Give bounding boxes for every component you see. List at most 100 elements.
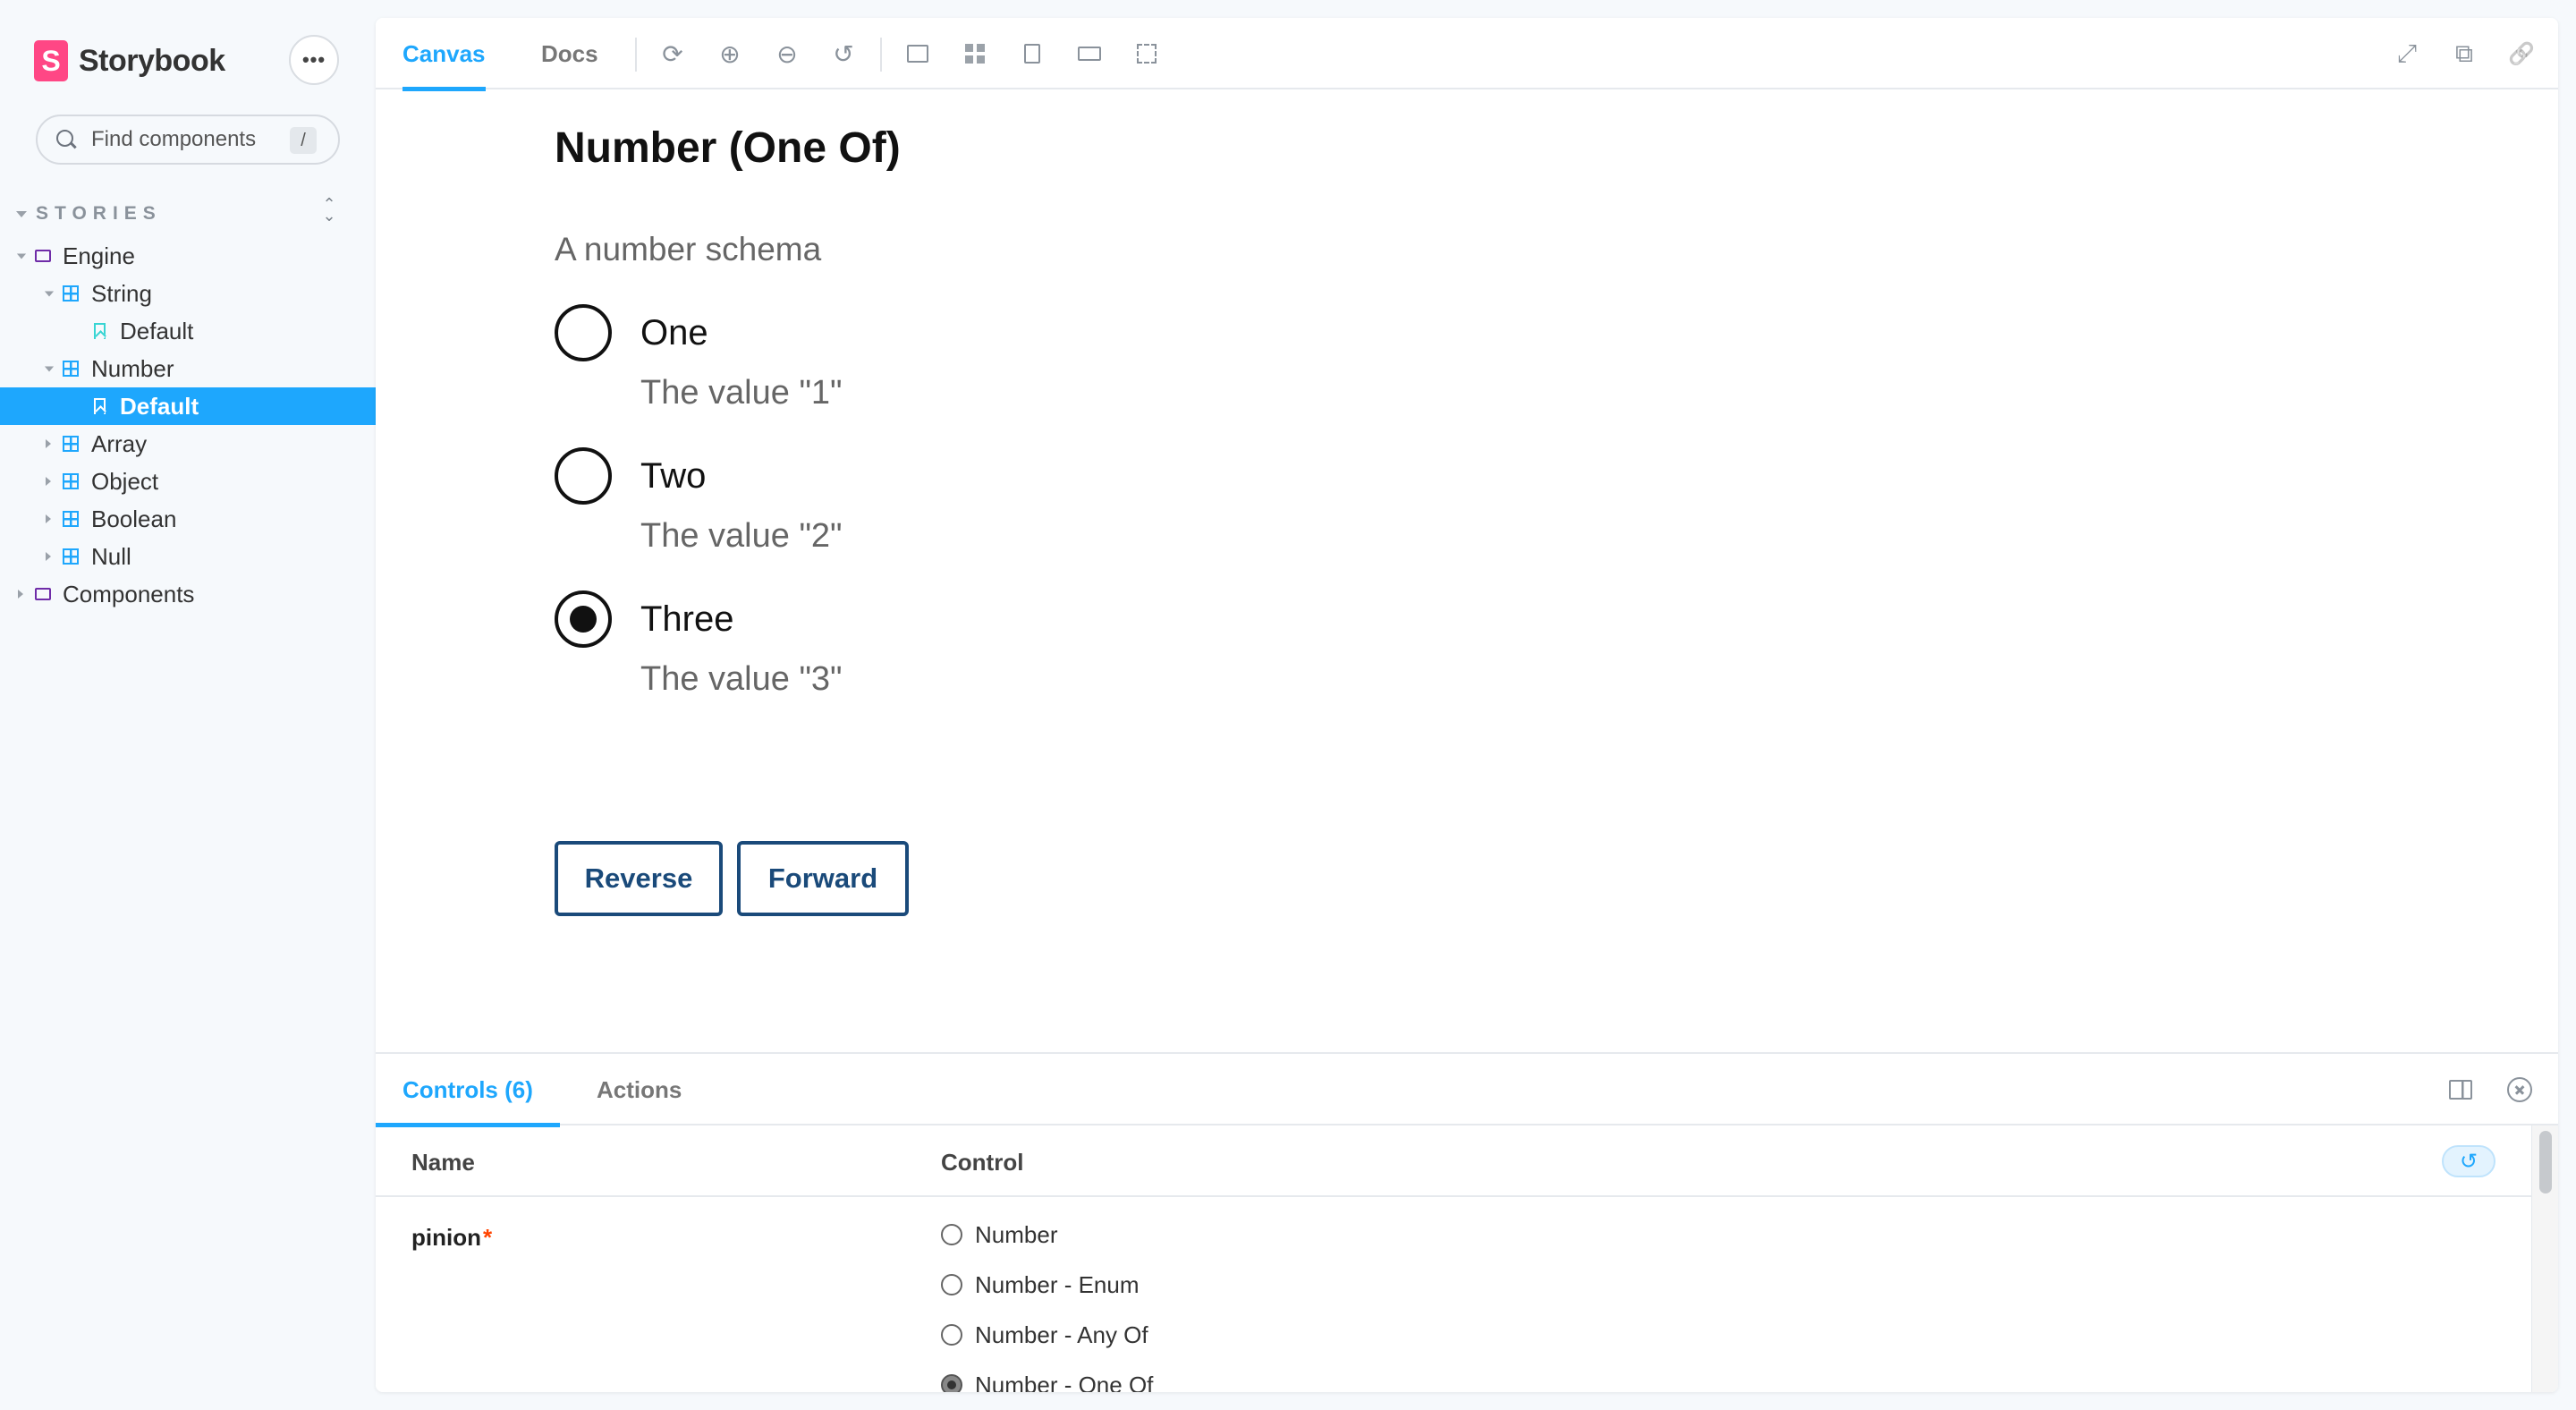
collapsed-caret-icon bbox=[46, 439, 51, 448]
bookmark-icon bbox=[94, 323, 106, 339]
tree-item-engine[interactable]: Engine bbox=[0, 237, 376, 275]
collapsed-caret-icon bbox=[46, 477, 51, 486]
option-description: The value "1" bbox=[640, 374, 843, 412]
fullscreen-icon[interactable]: ⤢ bbox=[2391, 38, 2423, 70]
background-image-icon[interactable] bbox=[902, 38, 934, 70]
reload-icon[interactable]: ⟳ bbox=[657, 38, 689, 70]
table-header: Name Control ↺ bbox=[376, 1125, 2531, 1197]
control-option-label: Number - One Of bbox=[975, 1371, 1154, 1393]
forward-button[interactable]: Forward bbox=[737, 841, 909, 916]
story-description: A number schema bbox=[555, 231, 822, 268]
tree-item-null[interactable]: Null bbox=[0, 538, 376, 575]
search-box[interactable]: / bbox=[36, 115, 340, 165]
more-menu-button[interactable]: ••• bbox=[289, 35, 339, 85]
radio-button-checked[interactable] bbox=[941, 1374, 962, 1392]
tree-label: String bbox=[91, 279, 152, 307]
tab-controls[interactable]: Controls (6) bbox=[376, 1054, 560, 1127]
tree-item-object[interactable]: Object bbox=[0, 463, 376, 500]
controls-table: Name Control ↺ pinion* Number Number - E… bbox=[376, 1125, 2531, 1392]
tree-item-number[interactable]: Number bbox=[0, 350, 376, 387]
control-option-number-any-of[interactable]: Number - Any Of bbox=[941, 1320, 1148, 1350]
expand-all-icon[interactable]: ⌃ ⌄ bbox=[320, 196, 338, 225]
column-header-control: Control bbox=[941, 1149, 1024, 1176]
tree-item-array[interactable]: Array bbox=[0, 425, 376, 463]
option-label: Two bbox=[640, 456, 707, 496]
tree-item-string-default[interactable]: Default bbox=[0, 312, 376, 350]
viewport-icon[interactable] bbox=[1016, 38, 1048, 70]
component-icon bbox=[63, 473, 79, 489]
zoom-out-icon[interactable]: ⊖ bbox=[771, 38, 803, 70]
search-shortcut-key: / bbox=[290, 127, 317, 154]
tree-label: Array bbox=[91, 429, 148, 457]
collapse-caret-icon bbox=[16, 210, 27, 217]
tab-actions[interactable]: Actions bbox=[597, 1054, 682, 1125]
folder-icon bbox=[35, 250, 51, 262]
tree-label: Number bbox=[91, 354, 174, 382]
control-option-number-one-of[interactable]: Number - One Of bbox=[941, 1370, 1153, 1392]
radio-button-checked[interactable] bbox=[555, 590, 612, 648]
option-label: Three bbox=[640, 599, 734, 639]
toolbar: Canvas Docs ⟳ ⊕ ⊖ ↺ ⤢ ⧉ 🔗 bbox=[376, 18, 2558, 91]
reset-controls-button[interactable]: ↺ bbox=[2442, 1145, 2496, 1177]
ruler-icon[interactable] bbox=[1073, 38, 1106, 70]
expand-caret-icon bbox=[44, 291, 55, 297]
storybook-logo-icon: S bbox=[34, 40, 68, 81]
tree-label: Boolean bbox=[91, 505, 177, 532]
option-two[interactable]: Two The value "2" bbox=[555, 447, 1091, 582]
tab-docs[interactable]: Docs bbox=[541, 18, 598, 89]
collapsed-caret-icon bbox=[46, 514, 51, 523]
radio-button[interactable] bbox=[941, 1274, 962, 1295]
component-icon bbox=[63, 361, 79, 377]
column-header-name: Name bbox=[411, 1149, 475, 1176]
grid-icon[interactable] bbox=[959, 38, 991, 70]
tree-item-boolean[interactable]: Boolean bbox=[0, 500, 376, 538]
prop-name: pinion* bbox=[411, 1224, 492, 1252]
toolbar-divider bbox=[635, 38, 637, 72]
prop-name-label: pinion bbox=[411, 1224, 481, 1251]
stories-section-title: STORIES bbox=[36, 203, 162, 224]
scrollbar[interactable] bbox=[2531, 1125, 2558, 1392]
component-icon bbox=[63, 285, 79, 302]
addons-panel: Controls (6) Actions Name Control ↺ pini… bbox=[376, 1052, 2558, 1392]
tree-item-string[interactable]: String bbox=[0, 275, 376, 312]
tree-label: Object bbox=[91, 467, 159, 495]
zoom-in-icon[interactable]: ⊕ bbox=[714, 38, 746, 70]
control-option-number[interactable]: Number bbox=[941, 1219, 1057, 1250]
option-three[interactable]: Three The value "3" bbox=[555, 590, 1091, 725]
radio-button[interactable] bbox=[555, 304, 612, 361]
story-tree: Engine String Default Number Default Arr… bbox=[0, 237, 376, 613]
option-label: One bbox=[640, 313, 708, 352]
tab-canvas[interactable]: Canvas bbox=[402, 18, 486, 91]
toolbar-divider bbox=[880, 38, 882, 72]
addons-tabs: Controls (6) Actions bbox=[376, 1054, 2558, 1127]
option-one[interactable]: One The value "1" bbox=[555, 304, 1091, 438]
scrollbar-thumb[interactable] bbox=[2539, 1131, 2552, 1193]
panel-orientation-icon[interactable] bbox=[2449, 1077, 2474, 1102]
option-description: The value "3" bbox=[640, 660, 843, 698]
reverse-button[interactable]: Reverse bbox=[555, 841, 723, 916]
control-option-label: Number - Enum bbox=[975, 1270, 1140, 1298]
tree-item-components[interactable]: Components bbox=[0, 575, 376, 613]
main-panel: Canvas Docs ⟳ ⊕ ⊖ ↺ ⤢ ⧉ 🔗 Number (One Of… bbox=[376, 18, 2558, 1392]
radio-button[interactable] bbox=[941, 1224, 962, 1245]
search-icon bbox=[55, 129, 77, 150]
radio-button[interactable] bbox=[941, 1324, 962, 1346]
stories-section-header[interactable]: STORIES ⌃ ⌄ bbox=[16, 196, 338, 225]
expand-caret-icon bbox=[44, 366, 55, 372]
control-option-label: Number bbox=[975, 1220, 1058, 1248]
required-marker: * bbox=[482, 1224, 493, 1251]
outline-icon[interactable] bbox=[1131, 38, 1163, 70]
sidebar: S Storybook ••• / STORIES ⌃⌄ Engine Stri… bbox=[0, 0, 376, 1410]
tree-label: Default bbox=[120, 392, 199, 420]
control-option-label: Number - Any Of bbox=[975, 1321, 1148, 1348]
search-input[interactable] bbox=[91, 127, 288, 152]
open-new-tab-icon[interactable]: ⧉ bbox=[2448, 38, 2480, 70]
storybook-brand[interactable]: S Storybook bbox=[34, 39, 225, 82]
zoom-reset-icon[interactable]: ↺ bbox=[827, 38, 860, 70]
option-description: The value "2" bbox=[640, 517, 843, 555]
radio-button[interactable] bbox=[555, 447, 612, 505]
tree-item-number-default[interactable]: Default bbox=[0, 387, 376, 425]
control-option-number-enum[interactable]: Number - Enum bbox=[941, 1270, 1140, 1300]
copy-link-icon[interactable]: 🔗 bbox=[2505, 38, 2538, 70]
close-panel-icon[interactable] bbox=[2507, 1077, 2532, 1102]
